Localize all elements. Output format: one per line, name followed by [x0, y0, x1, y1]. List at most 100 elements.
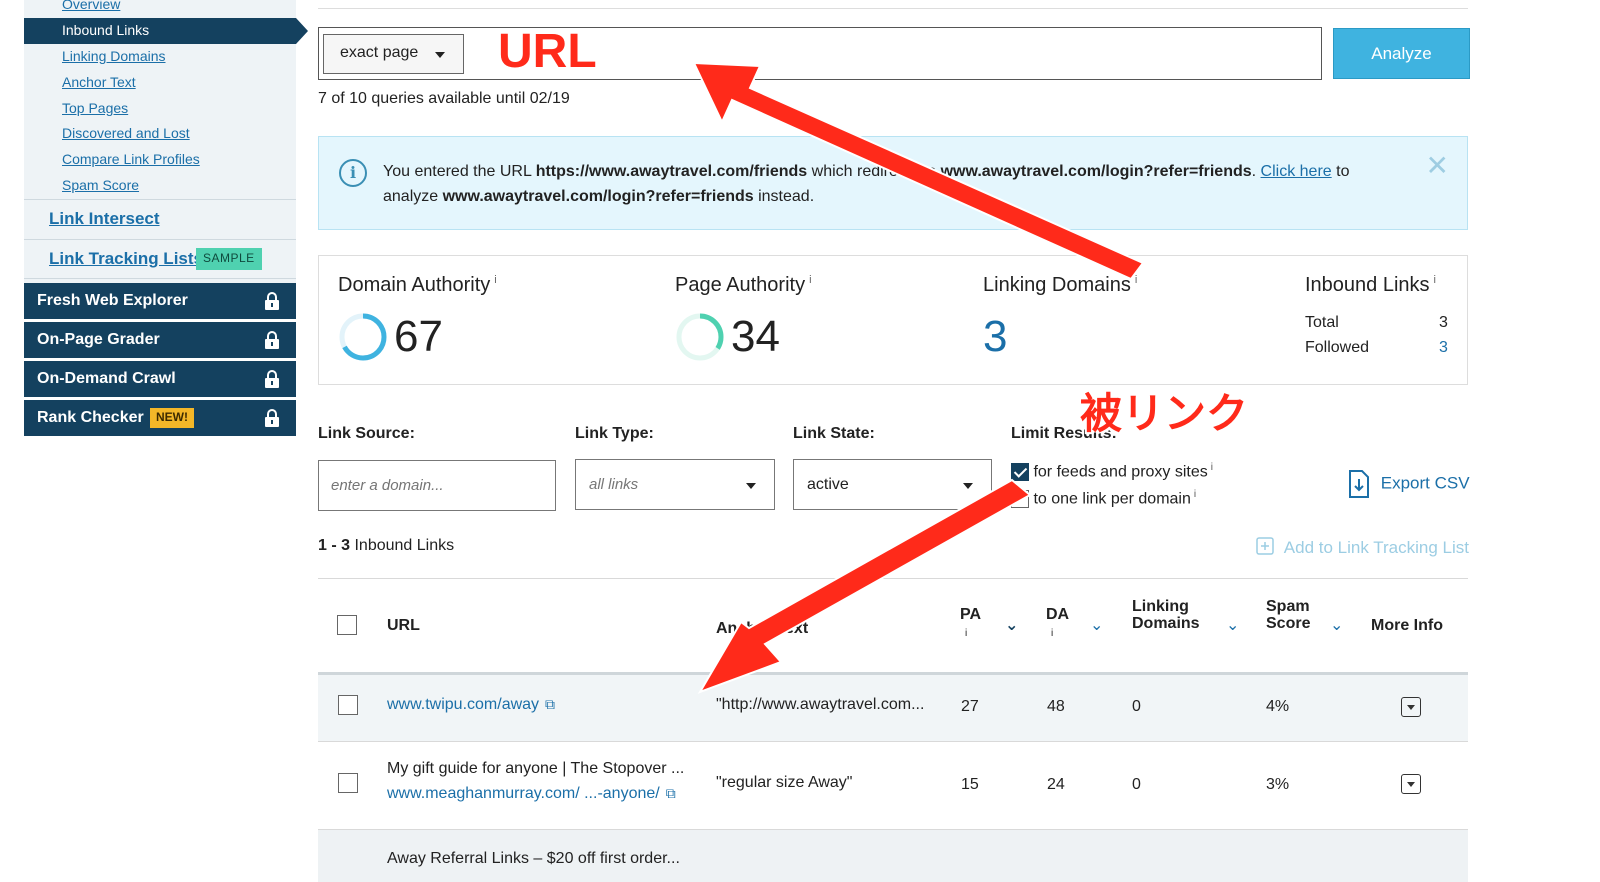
sidebar-item-compare-link-profiles[interactable]: Compare Link Profiles [62, 151, 200, 167]
analyze-url: www.awaytravel.com/login?refer=friends [442, 188, 754, 205]
sidebar-divider [24, 199, 296, 200]
query-quota-text: 7 of 10 queries available until 02/19 [318, 90, 570, 107]
info-tooltip-icon[interactable]: i [1051, 628, 1053, 639]
info-tooltip-icon[interactable]: i [1135, 274, 1137, 286]
click-here-link[interactable]: Click here [1261, 163, 1332, 180]
sidebar-tool-on-demand-crawl[interactable]: On-Demand Crawl [24, 361, 296, 397]
row-pa: 27 [961, 698, 979, 715]
inbound-total-value: 3 [1439, 314, 1448, 331]
row-spam-score: 3% [1266, 776, 1290, 793]
row-page-title: Away Referral Links – $20 off first orde… [387, 850, 680, 867]
link-state-label: Link State: [793, 425, 875, 442]
row-url-link[interactable]: www.meaghanmurray.com/ ...-anyone/ [387, 785, 660, 802]
linking-domains-value[interactable]: 3 [983, 312, 1007, 362]
info-tooltip-icon[interactable]: i [1434, 274, 1436, 286]
sort-descending-icon[interactable]: ⌄ [1005, 617, 1018, 634]
link-state-select[interactable]: active [793, 459, 992, 510]
sidebar-item-link-intersect[interactable]: Link Intersect [49, 209, 160, 229]
one-per-domain-checkbox[interactable] [1011, 490, 1029, 509]
result-label: Inbound Links [354, 537, 455, 554]
column-header-anchor-text[interactable]: Anchor Text [716, 620, 808, 637]
row-checkbox[interactable] [338, 773, 358, 793]
url-type-select[interactable]: exact page [323, 34, 464, 74]
info-tooltip-icon[interactable]: i [965, 628, 967, 639]
info-tooltip-icon[interactable]: i [494, 274, 496, 286]
sidebar: Overview Inbound Links Linking Domains A… [24, 0, 308, 450]
info-tooltip-icon[interactable]: i [1211, 462, 1213, 473]
sort-icon[interactable]: ⌄ [1226, 617, 1239, 634]
tool-label: Rank Checker [37, 409, 144, 426]
download-icon [1349, 470, 1369, 498]
sidebar-tool-rank-checker[interactable]: Rank Checker NEW! [24, 400, 296, 436]
inbound-followed-label: Followed [1305, 339, 1370, 356]
table-row: www.twipu.com/away ⧉ "http://www.awaytrav… [318, 675, 1468, 741]
sidebar-item-link-tracking-lists[interactable]: Link Tracking Lists [49, 249, 203, 269]
metric-label: Page Authority [675, 274, 806, 296]
banner-message: You entered the URL https://www.awaytrav… [383, 159, 1403, 209]
column-header-pa[interactable]: PA i ⌄ [960, 606, 1018, 642]
column-header-url[interactable]: URL [387, 617, 420, 634]
more-info-toggle[interactable] [1401, 774, 1421, 794]
sample-badge: SAMPLE [196, 248, 262, 270]
lock-icon [265, 331, 279, 349]
sidebar-item-top-pages[interactable]: Top Pages [62, 100, 128, 116]
banner-text: which redirects to [807, 163, 941, 180]
add-tracking-label: Add to Link Tracking List [1283, 538, 1470, 557]
sidebar-item-overview[interactable]: Overview [62, 0, 120, 12]
metric-label: Domain Authority [338, 274, 491, 296]
column-header-spam-score[interactable]: Spam Score ⌄ [1266, 598, 1343, 634]
linking-domains-title: Linking Domains i [983, 274, 1137, 297]
result-count: 1 - 3 Inbound Links [318, 537, 454, 555]
link-state-value: active [807, 476, 849, 493]
column-header-da[interactable]: DA i ⌄ [1046, 606, 1103, 642]
header-label: DA [1046, 606, 1070, 623]
sidebar-tool-on-page-grader[interactable]: On-Page Grader [24, 322, 296, 358]
page-authority-value: 34 [731, 312, 780, 361]
inbound-links-title: Inbound Links i [1305, 274, 1436, 297]
option-label: to one link per domain [1033, 490, 1191, 508]
select-all-checkbox[interactable] [337, 615, 357, 635]
sidebar-divider [24, 278, 296, 279]
header-label: Linking [1132, 598, 1189, 615]
sidebar-item-inbound-links[interactable]: Inbound Links [24, 18, 308, 44]
link-type-select[interactable]: all links [575, 459, 775, 510]
close-icon[interactable]: ✕ [1426, 151, 1449, 181]
external-link-icon[interactable]: ⧉ [545, 696, 555, 712]
more-info-toggle[interactable] [1401, 697, 1421, 717]
inbound-followed-value[interactable]: 3 [1439, 339, 1448, 357]
chevron-down-icon [963, 483, 973, 489]
sidebar-item-anchor-text[interactable]: Anchor Text [62, 74, 136, 90]
info-tooltip-icon[interactable]: i [1194, 489, 1196, 500]
limit-feeds-option[interactable]: for feeds and proxy sites i [1011, 462, 1213, 482]
metric-label: Inbound Links [1305, 274, 1430, 296]
sort-icon[interactable]: ⌄ [1090, 617, 1103, 634]
sidebar-tool-fresh-web-explorer[interactable]: Fresh Web Explorer [24, 283, 296, 319]
row-da: 24 [1047, 776, 1065, 793]
table-row: Away Referral Links – $20 off first orde… [318, 829, 1468, 882]
row-pa: 15 [961, 776, 979, 793]
add-to-link-tracking-button[interactable]: Add to Link Tracking List [1256, 537, 1469, 558]
sidebar-item-label: Inbound Links [62, 22, 150, 38]
url-input[interactable] [479, 36, 1299, 72]
row-url-link[interactable]: www.twipu.com/away [387, 696, 539, 713]
result-range: 1 - 3 [318, 537, 351, 554]
feeds-checkbox[interactable] [1011, 463, 1029, 482]
sidebar-item-discovered-lost[interactable]: Discovered and Lost [62, 125, 190, 141]
row-anchor-text: "http://www.awaytravel.com... [716, 696, 925, 713]
info-tooltip-icon[interactable]: i [809, 274, 811, 286]
sidebar-item-linking-domains[interactable]: Linking Domains [62, 48, 166, 64]
sidebar-item-spam-score[interactable]: Spam Score [62, 177, 139, 193]
row-checkbox[interactable] [338, 695, 358, 715]
row-spam-score: 4% [1266, 698, 1290, 715]
header-label: PA [960, 606, 982, 623]
tool-label: On-Page Grader [37, 331, 160, 348]
limit-one-per-domain-option[interactable]: to one link per domain i [1011, 489, 1196, 509]
export-csv-button[interactable]: Export CSV [1348, 470, 1470, 498]
metrics-panel: Domain Authority i 67 Page Authority i 34 … [318, 255, 1468, 385]
analyze-button[interactable]: Analyze [1333, 28, 1470, 79]
sort-icon[interactable]: ⌄ [1330, 617, 1343, 634]
redirect-url: www.awaytravel.com/login?refer=friends [940, 163, 1252, 180]
column-header-linking-domains[interactable]: Linking Domains ⌄ [1132, 598, 1239, 634]
link-source-input[interactable] [318, 460, 556, 511]
external-link-icon[interactable]: ⧉ [666, 785, 676, 801]
